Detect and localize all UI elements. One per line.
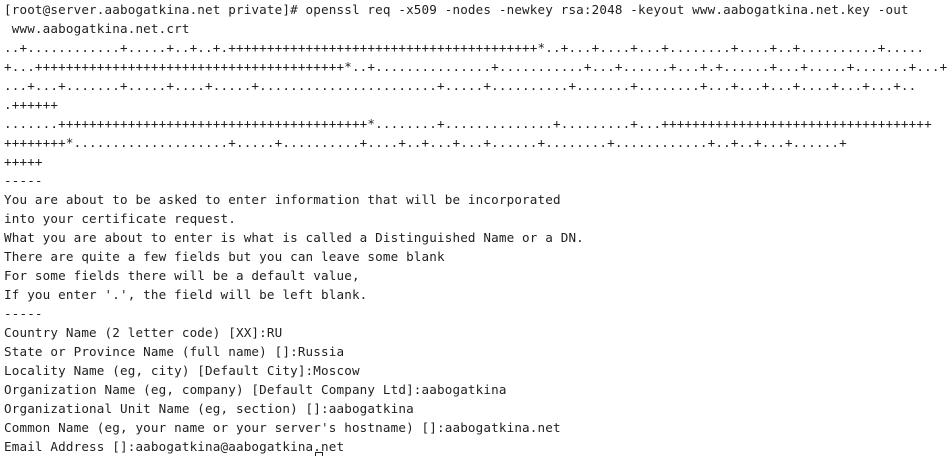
terminal-line-country-prompt: Country Name (2 letter code) [XX]:RU [4, 325, 283, 340]
terminal-line-common-name-prompt: Common Name (eg, your name or your serve… [4, 420, 561, 435]
terminal-line-info: For some fields there will be a default … [4, 268, 360, 283]
terminal-line-separator: ----- [4, 306, 43, 321]
terminal-line-info: into your certificate request. [4, 211, 236, 226]
terminal-line-keygen-progress: +++++ [4, 154, 43, 169]
terminal-line-unit-prompt: Organizational Unit Name (eg, section) [… [4, 401, 414, 416]
terminal-line-state-prompt: State or Province Name (full name) []:Ru… [4, 344, 345, 359]
terminal-line-keygen-progress: .......+++++++++++++++++++++++++++++++++… [4, 116, 932, 131]
terminal-line-keygen-progress: ..+............+.....+..+..+.+++++++++++… [4, 40, 925, 55]
terminal-line-command-wrap: www.aabogatkina.net.crt [4, 21, 190, 36]
terminal-line-command: [root@server.aabogatkina.net private]# o… [4, 2, 909, 17]
terminal-line-info: What you are about to enter is what is c… [4, 230, 584, 245]
terminal-line-separator: ----- [4, 173, 43, 188]
terminal-line-email-prompt: Email Address []:aabogatkina@aabogatkina… [4, 439, 345, 454]
terminal-line-keygen-progress: ...+...+.......+.....+....+.....+.......… [4, 78, 917, 93]
terminal-line-info: There are quite a few fields but you can… [4, 249, 445, 264]
terminal-line-keygen-progress: +...++++++++++++++++++++++++++++++++++++… [4, 59, 949, 74]
terminal-line-keygen-progress: ++++++++*....................+.....+....… [4, 135, 847, 150]
terminal-line-info: If you enter '.', the field will be left… [4, 287, 368, 302]
terminal-line-info: You are about to be asked to enter infor… [4, 192, 561, 207]
terminal-line-keygen-progress: .++++++ [4, 97, 59, 112]
text-cursor [315, 452, 323, 456]
terminal-output[interactable]: [root@server.aabogatkina.net private]# o… [0, 0, 949, 456]
terminal-line-locality-prompt: Locality Name (eg, city) [Default City]:… [4, 363, 360, 378]
terminal-line-organization-prompt: Organization Name (eg, company) [Default… [4, 382, 507, 397]
